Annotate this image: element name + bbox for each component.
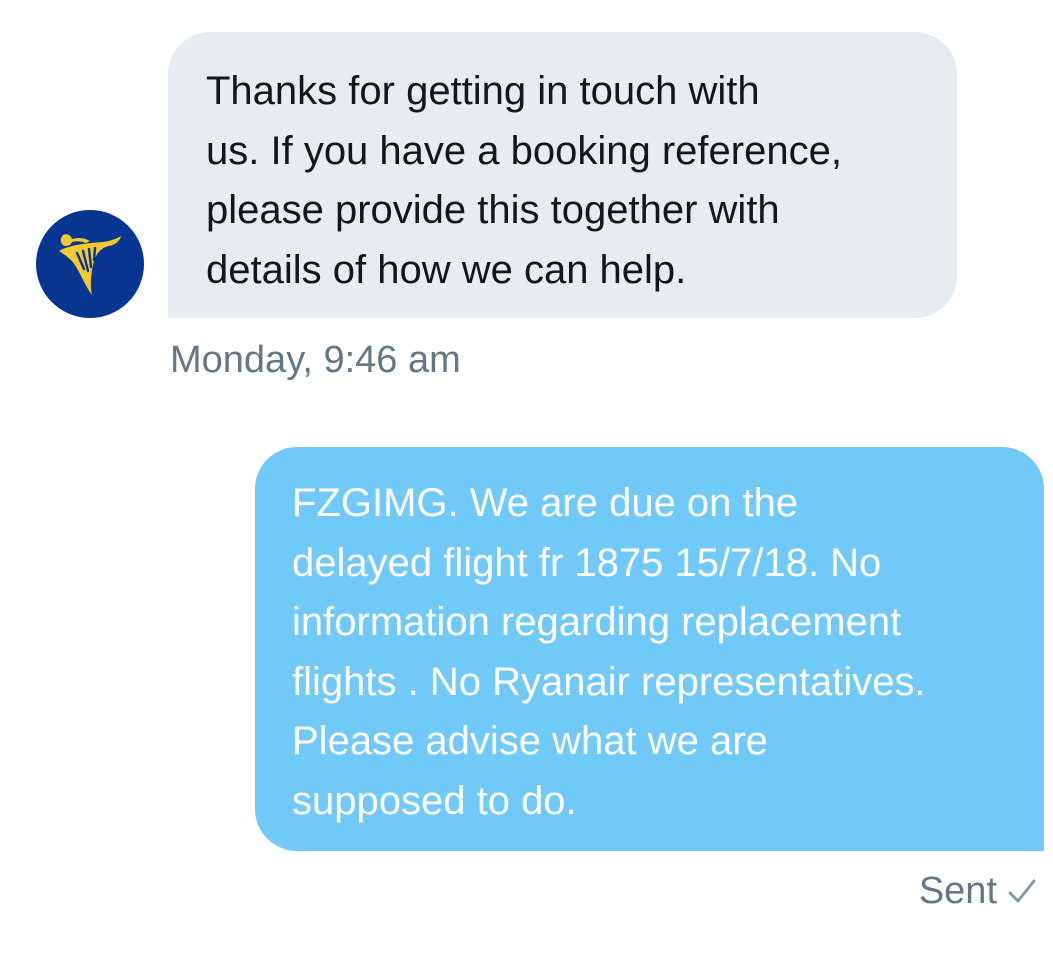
incoming-message-bubble[interactable]: Thanks for getting in touch with us. If … (168, 32, 957, 318)
sent-status-label: Sent (918, 870, 997, 912)
check-icon (1007, 877, 1037, 905)
message-status: Sent (919, 866, 1037, 916)
ryanair-harp-logo-icon (53, 227, 127, 301)
outgoing-message-bubble[interactable]: FZGIMG. We are due on the delayed flight… (255, 447, 1044, 851)
avatar[interactable] (36, 210, 144, 318)
message-timestamp: Monday, 9:46 am (170, 339, 461, 381)
